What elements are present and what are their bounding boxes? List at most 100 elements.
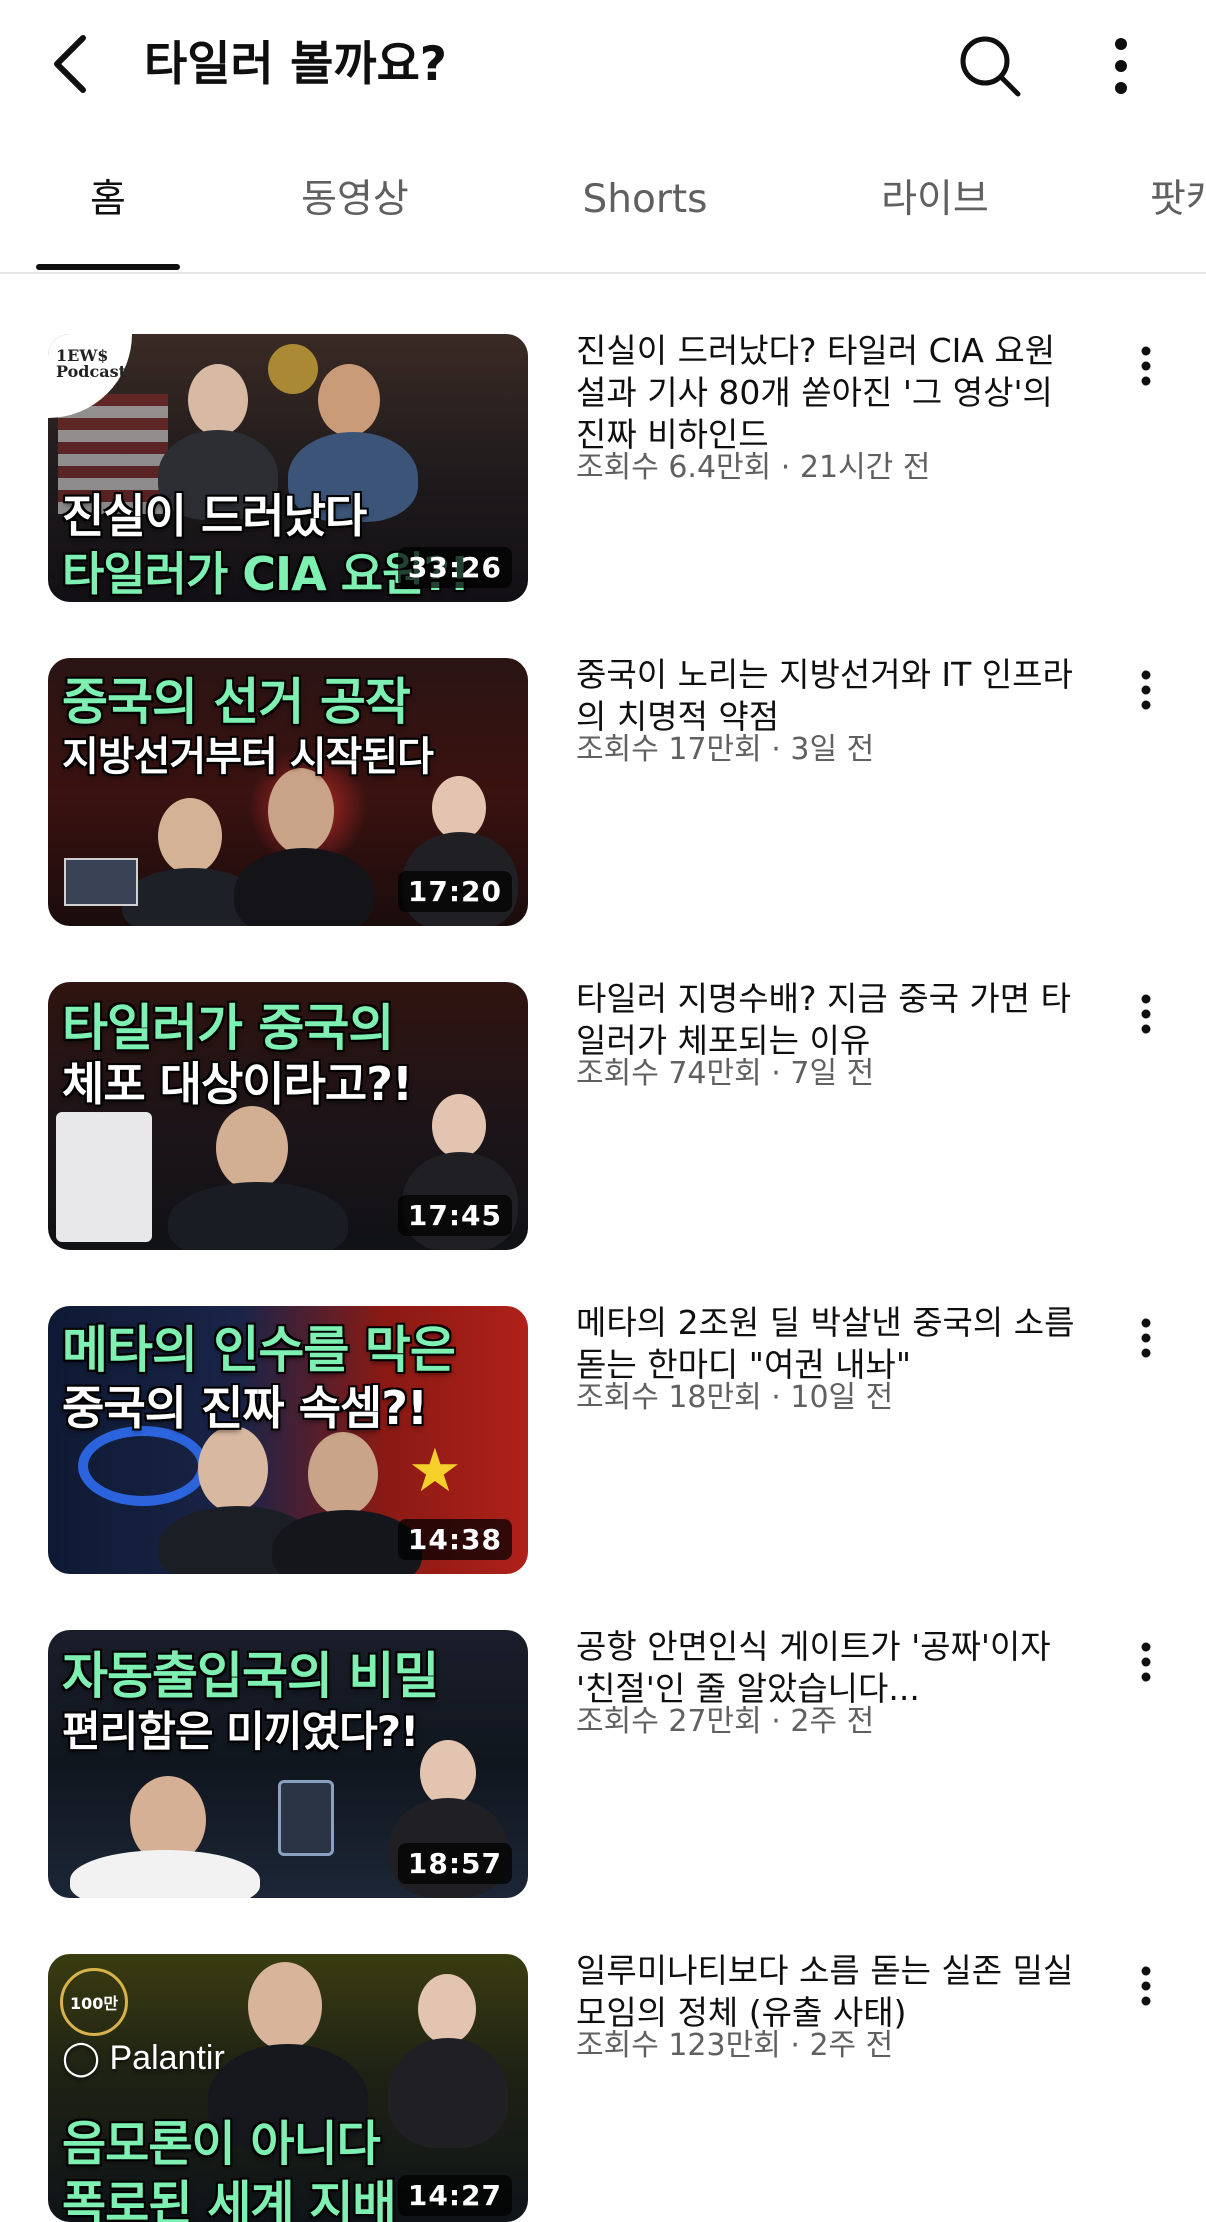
view-count: 조회수 6.4만회 [576,450,772,485]
video-thumbnail[interactable]: 중국의 선거 공작 지방선거부터 시작된다 17:20 [48,658,528,926]
upload-age: 21시간 전 [799,450,931,485]
view-count: 조회수 27만회 [576,1704,762,1739]
thumbnail-text: 지방선거부터 시작된다 [62,734,434,780]
video-menu-button[interactable] [1128,1308,1164,1368]
person-head [318,364,380,436]
video-menu-button[interactable] [1128,984,1164,1044]
video-meta: 조회수 27만회 · 2주 전 [576,1702,874,1742]
upload-age: 3일 전 [790,732,875,767]
video-meta: 조회수 17만회 · 3일 전 [576,730,874,770]
podcast-logo-text: 1EW$ Podcast [56,346,126,381]
more-options-button[interactable] [1088,28,1154,104]
tab-videos[interactable]: 동영상 [280,150,430,270]
view-count: 조회수 123만회 [576,2028,781,2063]
video-title[interactable]: 진실이 드러났다? 타일러 CIA 요원설과 기사 80개 쏟아진 '그 영상'… [576,330,1076,456]
meta-separator: · [780,450,791,485]
duration-badge: 17:45 [397,1195,512,1236]
video-item[interactable]: ★ 메타의 인수를 막은 중국의 진짜 속셈?! 14:38 메타의 2조원 딜… [0,1244,1206,1574]
phone-screen-graphic [56,1112,152,1242]
upload-age: 2주 전 [790,1704,875,1739]
more-vert-icon [1141,1642,1151,1682]
thumbnail-text: 폭로된 세계 지배 [62,2176,397,2222]
duration-badge: 33:26 [397,547,512,588]
person-head [198,1426,268,1512]
person-head [432,776,486,840]
meta-separator: · [771,732,781,767]
video-item[interactable]: 1EW$ Podcast 진실이 드러났다 타일러가 CIA 요원?! 33:2… [0,272,1206,602]
tab-live[interactable]: 라이브 [860,150,1010,270]
person-head [216,1106,288,1190]
video-meta: 조회수 6.4만회 · 21시간 전 [576,448,930,488]
person-head [188,364,248,436]
view-count: 조회수 18만회 [576,1380,762,1415]
meta-separator: · [771,1056,781,1091]
back-arrow-icon [54,35,86,93]
channel-tabs: 홈 동영상 Shorts 라이브 팟캐 [0,150,1206,274]
person-head [158,798,222,874]
upload-age: 7일 전 [790,1056,875,1091]
more-vert-icon [1141,1966,1151,2006]
person-head [418,1974,476,2044]
duration-badge: 14:38 [397,1519,512,1560]
video-item[interactable]: 자동출입국의 비밀 편리함은 미끼였다?! 18:57 공항 안면인식 게이트가… [0,1568,1206,1898]
tab-home[interactable]: 홈 [36,150,180,270]
back-button[interactable] [36,26,106,102]
video-menu-button[interactable] [1128,336,1164,396]
more-vert-icon [1141,1318,1151,1358]
video-item[interactable]: 중국의 선거 공작 지방선거부터 시작된다 17:20 중국이 노리는 지방선거… [0,596,1206,926]
video-title[interactable]: 일루미나티보다 소름 돋는 실존 밀실 모임의 정체 (유출 사태) [576,1950,1076,2034]
thumbnail-text: 진실이 드러났다 [62,489,367,543]
person-head [308,1432,378,1516]
video-menu-button[interactable] [1128,1956,1164,2016]
video-item[interactable]: 100만 ◯ Palantir 음모론이 아니다 폭로된 세계 지배 14:27… [0,1892,1206,2222]
sign-graphic [64,858,138,906]
seal-graphic [268,344,318,394]
person-body [388,2038,508,2148]
video-menu-button[interactable] [1128,660,1164,720]
video-meta: 조회수 123만회 · 2주 전 [576,2026,893,2066]
view-count: 조회수 17만회 [576,732,762,767]
palantir-logo-text: ◯ Palantir [62,2039,225,2077]
tab-shorts[interactable]: Shorts [560,150,730,270]
video-title[interactable]: 메타의 2조원 딜 박살낸 중국의 소름돋는 한마디 "여권 내놔" [576,1302,1076,1386]
upload-age: 10일 전 [790,1380,894,1415]
channel-title: 타일러 볼까요? [144,37,448,92]
upload-age: 2주 전 [809,2028,894,2063]
person-head [432,1094,486,1158]
meta-separator: · [790,2028,800,2063]
video-title[interactable]: 중국이 노리는 지방선거와 IT 인프라의 치명적 약점 [576,654,1076,738]
gate-graphic [278,1780,334,1856]
more-vert-icon [1141,670,1151,710]
star-icon: ★ [408,1436,462,1506]
video-title[interactable]: 타일러 지명수배? 지금 중국 가면 타일러가 체포되는 이유 [576,978,1076,1062]
duration-badge: 18:57 [397,1843,512,1884]
video-meta: 조회수 74만회 · 7일 전 [576,1054,874,1094]
tab-podcast[interactable]: 팟캐 [1150,150,1206,270]
meta-logo-graphic [78,1426,208,1506]
thumbnail-text: 체포 대상이라고?! [62,1057,413,1111]
video-thumbnail[interactable]: ★ 메타의 인수를 막은 중국의 진짜 속셈?! 14:38 [48,1306,528,1574]
video-thumbnail[interactable]: 타일러가 중국의 체포 대상이라고?! 17:45 [48,982,528,1250]
thumbnail-text: 편리함은 미끼였다?! [62,1707,419,1756]
thumbnail-text: 중국의 진짜 속셈?! [62,1381,428,1435]
video-title[interactable]: 공항 안면인식 게이트가 '공짜'이자 '친절'인 줄 알았습니다... [576,1626,1076,1710]
view-count: 조회수 74만회 [576,1056,762,1091]
more-vert-icon [1141,994,1151,1034]
video-menu-button[interactable] [1128,1632,1164,1692]
meta-separator: · [771,1380,781,1415]
duration-badge: 14:27 [397,2175,512,2216]
video-thumbnail[interactable]: 100만 ◯ Palantir 음모론이 아니다 폭로된 세계 지배 14:27 [48,1954,528,2222]
brand-name: Palantir [109,2039,225,2077]
video-item[interactable]: 타일러가 중국의 체포 대상이라고?! 17:45 타일러 지명수배? 지금 중… [0,920,1206,1250]
top-app-bar: 타일러 볼까요? [0,0,1206,130]
person-head [420,1740,476,1806]
search-button[interactable] [952,28,1028,104]
search-icon [960,36,1021,97]
video-thumbnail[interactable]: 자동출입국의 비밀 편리함은 미끼였다?! 18:57 [48,1630,528,1898]
milestone-badge: 100만 [60,1968,128,2036]
meta-separator: · [771,1704,781,1739]
more-vert-icon [1141,346,1151,386]
video-thumbnail[interactable]: 1EW$ Podcast 진실이 드러났다 타일러가 CIA 요원?! 33:2… [48,334,528,602]
duration-badge: 17:20 [397,871,512,912]
video-meta: 조회수 18만회 · 10일 전 [576,1378,893,1418]
